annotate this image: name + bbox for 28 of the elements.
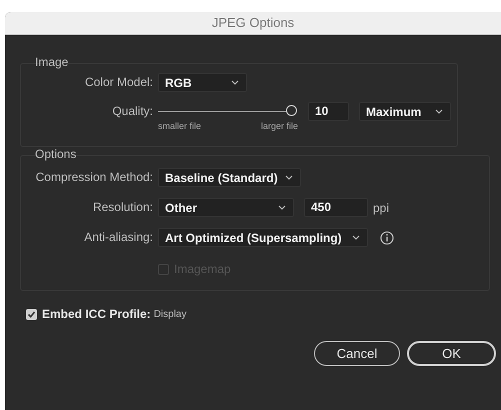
chevron-icon xyxy=(231,80,239,85)
chevron-icon xyxy=(435,109,443,114)
dropdown[interactable]: Baseline (Standard) xyxy=(158,168,301,187)
field-label: Resolution: xyxy=(92,199,153,216)
dropdown[interactable]: RGB xyxy=(158,73,247,92)
slider-label: smaller file xyxy=(158,121,202,131)
window-title: JPEG Options xyxy=(5,12,501,35)
unit-label: ppi xyxy=(373,200,390,214)
slider-label: larger file xyxy=(260,121,298,131)
info-icon xyxy=(380,230,394,244)
dropdown[interactable]: Other xyxy=(158,198,294,217)
group-legend: Image xyxy=(35,55,501,70)
dropdown[interactable]: Art Optimized (Supersampling) xyxy=(158,228,368,247)
profile-name: Display xyxy=(154,308,186,320)
button[interactable]: Cancel xyxy=(314,341,400,366)
field-label: Color Model: xyxy=(84,74,153,91)
input-field[interactable]: 10 xyxy=(308,102,349,121)
chevron-icon xyxy=(278,205,286,210)
field-label: Compression Method: xyxy=(34,169,153,186)
field-label: Anti-aliasing: xyxy=(83,229,153,246)
chevron-icon xyxy=(285,175,293,180)
button[interactable]: OK xyxy=(407,341,496,366)
chevron-icon xyxy=(352,235,360,240)
field-label: Quality: xyxy=(111,103,153,120)
dropdown[interactable]: Maximum xyxy=(359,102,451,121)
input-field[interactable]: 450 xyxy=(304,198,368,217)
checkbox-label: Embed ICC Profile: xyxy=(42,307,151,321)
group-legend: Options xyxy=(35,147,501,162)
